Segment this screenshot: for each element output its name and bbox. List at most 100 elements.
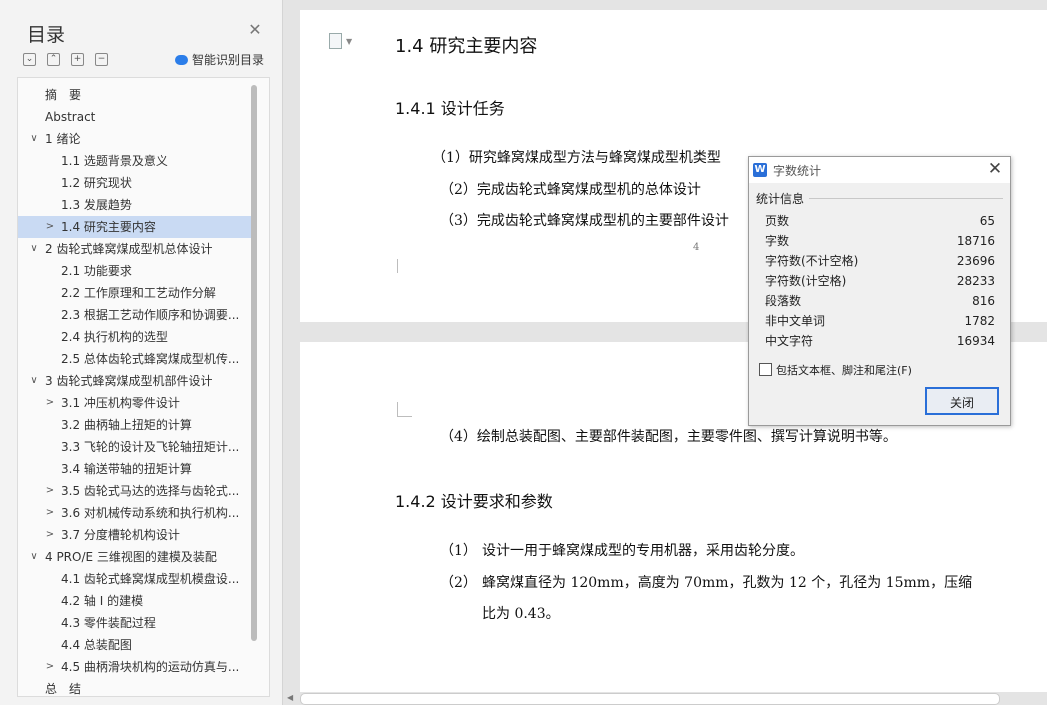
stat-row: 字符数(不计空格) 23696 <box>765 251 995 271</box>
toc-item-label: 3.1 冲压机构零件设计 <box>61 396 180 410</box>
toc-sidebar: 目录 ✕ ⌄ ⌃ + − 智能识别目录 摘 要 Abstract ∨ 1 绪论 1.1 … <box>0 0 283 705</box>
toc-item[interactable]: 2.5 总体齿轮式蜂窝煤成型机传... <box>18 348 251 370</box>
toc-item[interactable]: >3.7 分度槽轮机构设计 <box>18 524 251 546</box>
toc-item[interactable]: 2.1 功能要求 <box>18 260 251 282</box>
page-corner-mark <box>397 259 412 273</box>
toc-item[interactable]: >3.1 冲压机构零件设计 <box>18 392 251 414</box>
wps-logo-icon: W <box>753 163 767 177</box>
toc-item-label: 2.4 执行机构的选型 <box>61 330 168 344</box>
stat-value: 1782 <box>964 314 995 328</box>
chevron-right-icon[interactable]: > <box>45 480 55 502</box>
toc-list: 摘 要 Abstract ∨ 1 绪论 1.1 选题背景及意义 1.2 研究现状 1.3 发… <box>17 77 270 697</box>
toc-item[interactable]: Abstract <box>18 106 251 128</box>
paragraph-line: 比为 0.43。 <box>482 606 560 622</box>
stat-value: 23696 <box>956 254 995 268</box>
stat-value: 816 <box>972 294 995 308</box>
document-icon[interactable] <box>329 33 342 49</box>
paragraph-line: （3）完成齿轮式蜂窝煤成型机的主要部件设计 <box>440 213 729 229</box>
stat-row: 页数 65 <box>765 211 995 231</box>
toc-item-label: 3.4 输送带轴的扭矩计算 <box>61 462 192 476</box>
toc-item[interactable]: 总 结 <box>18 678 251 696</box>
close-icon[interactable]: ✕ <box>247 22 263 38</box>
toc-item-label: 摘 要 <box>45 88 82 102</box>
stat-row: 字数 18716 <box>765 231 995 251</box>
toc-item[interactable]: >4.5 曲柄滑块机构的运动仿真与... <box>18 656 251 678</box>
paragraph-line: （2）完成齿轮式蜂窝煤成型机的总体设计 <box>440 182 701 198</box>
include-textbox-checkbox[interactable] <box>759 363 772 376</box>
smart-toc-label: 智能识别目录 <box>192 53 265 67</box>
chevron-down-icon[interactable]: ∨ <box>29 128 39 150</box>
toc-scrollbar[interactable] <box>251 85 257 641</box>
toc-item[interactable]: 4.3 零件装配过程 <box>18 612 251 634</box>
toc-item[interactable]: ∨ 1 绪论 <box>18 128 251 150</box>
sidebar-title: 目录 <box>27 24 66 46</box>
toc-item[interactable]: 3.2 曲柄轴上扭矩的计算 <box>18 414 251 436</box>
page-corner-mark <box>397 402 412 417</box>
toc-item[interactable]: 3.4 输送带轴的扭矩计算 <box>18 458 251 480</box>
close-button[interactable]: 关闭 <box>925 387 999 415</box>
toc-item[interactable]: 1.2 研究现状 <box>18 172 251 194</box>
toc-item-label: 3 齿轮式蜂窝煤成型机部件设计 <box>45 374 213 388</box>
paragraph-line: （4）绘制总装配图、主要部件装配图，主要零件图、撰写计算说明书等。 <box>440 429 897 445</box>
toc-item[interactable]: 4.2 轴 I 的建模 <box>18 590 251 612</box>
toc-item-label: 3.3 飞轮的设计及飞轮轴扭矩计... <box>61 440 240 454</box>
toc-item-label: 4.1 齿轮式蜂窝煤成型机模盘设... <box>61 572 240 586</box>
paragraph-line: 蜂窝煤直径为 120mm，高度为 70mm，孔数为 12 个，孔径为 15mm，… <box>482 575 973 591</box>
stat-label: 段落数 <box>765 294 802 308</box>
chevron-right-icon[interactable]: > <box>45 656 55 678</box>
dialog-close-icon[interactable]: ✕ <box>985 159 1005 179</box>
toc-item[interactable]: >3.6 对机械传动系统和执行机构... <box>18 502 251 524</box>
toc-item[interactable]: 1.3 发展趋势 <box>18 194 251 216</box>
paragraph-line: 设计一用于蜂窝煤成型的专用机器，采用齿轮分度。 <box>482 543 804 559</box>
toc-item[interactable]: ∨ 2 齿轮式蜂窝煤成型机总体设计 <box>18 238 251 260</box>
chevron-down-icon[interactable]: ∨ <box>29 238 39 260</box>
section-divider <box>809 198 1003 199</box>
chevron-down-icon[interactable]: ▼ <box>346 37 352 46</box>
include-textbox-label[interactable]: 包括文本框、脚注和尾注(F) <box>776 362 912 378</box>
dialog-titlebar[interactable]: W 字数统计 ✕ <box>749 157 1010 183</box>
toc-item-label: 2 齿轮式蜂窝煤成型机总体设计 <box>45 242 213 256</box>
toc-item[interactable]: 摘 要 <box>18 84 251 106</box>
toc-item[interactable]: 4.4 总装配图 <box>18 634 251 656</box>
chevron-down-icon[interactable]: ∨ <box>29 546 39 568</box>
toc-item[interactable]: 2.3 根据工艺动作顺序和协调要... <box>18 304 251 326</box>
toc-item[interactable]: 3.3 飞轮的设计及飞轮轴扭矩计... <box>18 436 251 458</box>
list-number: （2） <box>440 575 477 591</box>
expand-up-icon[interactable]: ⌃ <box>47 53 60 66</box>
chevron-right-icon[interactable]: > <box>45 392 55 414</box>
toc-item[interactable]: 2.2 工作原理和工艺动作分解 <box>18 282 251 304</box>
toc-item-label: 1.3 发展趋势 <box>61 198 132 212</box>
remove-heading-icon[interactable]: − <box>95 53 108 66</box>
smart-toc-button[interactable]: 智能识别目录 <box>175 51 264 68</box>
toc-item[interactable]: 2.4 执行机构的选型 <box>18 326 251 348</box>
toc-item[interactable]: >3.5 齿轮式马达的选择与齿轮式... <box>18 480 251 502</box>
stat-label: 页数 <box>765 214 790 228</box>
toc-item[interactable]: ∨ 3 齿轮式蜂窝煤成型机部件设计 <box>18 370 251 392</box>
word-count-dialog: W 字数统计 ✕ 统计信息 页数 65 字数 18716 字符数(不计空格) 23696 字… <box>748 156 1011 426</box>
toc-item-label: 4.3 零件装配过程 <box>61 616 156 630</box>
subsection-heading: 1.4.2 设计要求和参数 <box>395 492 553 511</box>
stat-value: 28233 <box>956 274 995 288</box>
scroll-left-icon[interactable]: ◀ <box>287 693 293 702</box>
toc-item-label: 2.2 工作原理和工艺动作分解 <box>61 286 216 300</box>
add-heading-icon[interactable]: + <box>71 53 84 66</box>
toc-item-label: 2.5 总体齿轮式蜂窝煤成型机传... <box>61 352 240 366</box>
stat-label: 非中文单词 <box>765 314 826 328</box>
collapse-all-icon[interactable]: ⌄ <box>23 53 36 66</box>
chevron-right-icon[interactable]: > <box>45 216 55 238</box>
stat-value: 18716 <box>956 234 995 248</box>
toc-item-label: 4.2 轴 I 的建模 <box>61 594 144 608</box>
toc-item[interactable]: 1.1 选题背景及意义 <box>18 150 251 172</box>
stat-row: 中文字符 16934 <box>765 331 995 351</box>
chevron-right-icon[interactable]: > <box>45 524 55 546</box>
toc-item-label: 1 绪论 <box>45 132 81 146</box>
toc-item[interactable]: >1.4 研究主要内容 <box>18 216 251 238</box>
toc-item[interactable]: 4.1 齿轮式蜂窝煤成型机模盘设... <box>18 568 251 590</box>
stat-value: 65 <box>979 214 995 228</box>
toc-item-label: 3.5 齿轮式马达的选择与齿轮式... <box>61 484 240 498</box>
paragraph-line: （1）研究蜂窝煤成型方法与蜂窝煤成型机类型 <box>432 150 721 166</box>
chevron-down-icon[interactable]: ∨ <box>29 370 39 392</box>
chevron-right-icon[interactable]: > <box>45 502 55 524</box>
horizontal-scrollbar[interactable] <box>300 693 1000 705</box>
toc-item[interactable]: ∨ 4 PRO/E 三维视图的建模及装配 <box>18 546 251 568</box>
